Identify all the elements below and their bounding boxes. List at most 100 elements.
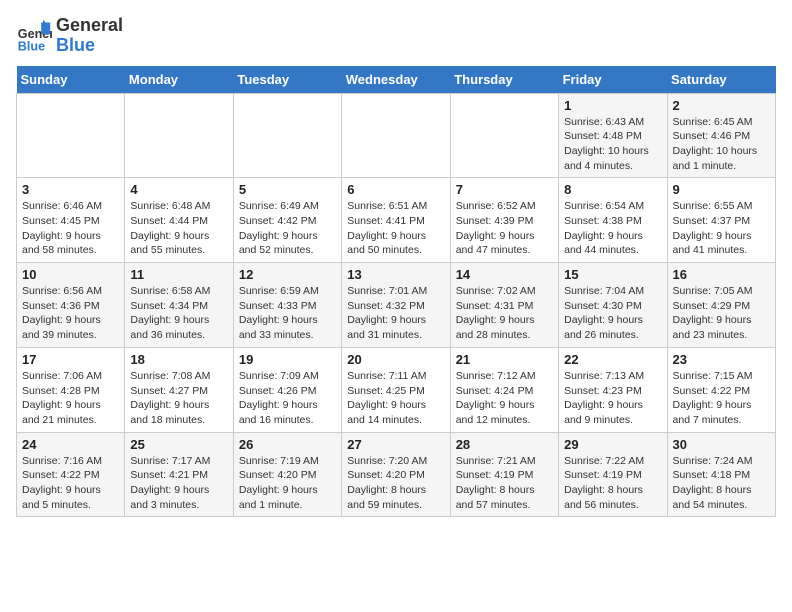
calendar-cell: 8 Sunrise: 6:54 AM Sunset: 4:38 PM Daylig… <box>559 178 667 263</box>
calendar-cell: 10 Sunrise: 6:56 AM Sunset: 4:36 PM Dayli… <box>17 263 125 348</box>
day-info: Sunrise: 7:24 AM Sunset: 4:18 PM Dayligh… <box>673 454 770 513</box>
day-info: Sunrise: 7:21 AM Sunset: 4:19 PM Dayligh… <box>456 454 553 513</box>
calendar-cell: 15 Sunrise: 7:04 AM Sunset: 4:30 PM Dayli… <box>559 263 667 348</box>
day-info: Sunrise: 7:15 AM Sunset: 4:22 PM Dayligh… <box>673 369 770 428</box>
day-number: 2 <box>673 98 770 113</box>
day-info: Sunrise: 7:12 AM Sunset: 4:24 PM Dayligh… <box>456 369 553 428</box>
day-info: Sunrise: 6:56 AM Sunset: 4:36 PM Dayligh… <box>22 284 119 343</box>
weekday-header: Saturday <box>667 66 775 94</box>
calendar-cell: 11 Sunrise: 6:58 AM Sunset: 4:34 PM Dayli… <box>125 263 233 348</box>
day-info: Sunrise: 7:05 AM Sunset: 4:29 PM Dayligh… <box>673 284 770 343</box>
day-info: Sunrise: 7:04 AM Sunset: 4:30 PM Dayligh… <box>564 284 661 343</box>
day-number: 4 <box>130 182 227 197</box>
day-info: Sunrise: 7:09 AM Sunset: 4:26 PM Dayligh… <box>239 369 336 428</box>
calendar-week-row: 17 Sunrise: 7:06 AM Sunset: 4:28 PM Dayli… <box>17 347 776 432</box>
calendar-cell <box>450 93 558 178</box>
logo-icon: General Blue <box>16 18 52 54</box>
day-number: 21 <box>456 352 553 367</box>
calendar-cell: 12Sunrise: 6:59 AM Sunset: 4:33 PM Dayli… <box>233 263 341 348</box>
day-number: 8 <box>564 182 661 197</box>
calendar-cell: 17 Sunrise: 7:06 AM Sunset: 4:28 PM Dayli… <box>17 347 125 432</box>
weekday-header: Thursday <box>450 66 558 94</box>
calendar-cell: 26 Sunrise: 7:19 AM Sunset: 4:20 PM Dayli… <box>233 432 341 517</box>
day-info: Sunrise: 7:17 AM Sunset: 4:21 PM Dayligh… <box>130 454 227 513</box>
day-number: 26 <box>239 437 336 452</box>
day-number: 9 <box>673 182 770 197</box>
logo: General Blue General Blue <box>16 16 123 56</box>
day-info: Sunrise: 7:01 AM Sunset: 4:32 PM Dayligh… <box>347 284 444 343</box>
calendar-cell: 18 Sunrise: 7:08 AM Sunset: 4:27 PM Dayli… <box>125 347 233 432</box>
day-number: 15 <box>564 267 661 282</box>
calendar-cell: 6 Sunrise: 6:51 AM Sunset: 4:41 PM Daylig… <box>342 178 450 263</box>
calendar-cell: 22Sunrise: 7:13 AM Sunset: 4:23 PM Dayli… <box>559 347 667 432</box>
day-number: 1 <box>564 98 661 113</box>
day-number: 23 <box>673 352 770 367</box>
day-info: Sunrise: 6:49 AM Sunset: 4:42 PM Dayligh… <box>239 199 336 258</box>
day-info: Sunrise: 6:48 AM Sunset: 4:44 PM Dayligh… <box>130 199 227 258</box>
calendar-cell: 30 Sunrise: 7:24 AM Sunset: 4:18 PM Dayli… <box>667 432 775 517</box>
day-number: 3 <box>22 182 119 197</box>
day-info: Sunrise: 6:51 AM Sunset: 4:41 PM Dayligh… <box>347 199 444 258</box>
day-number: 28 <box>456 437 553 452</box>
day-info: Sunrise: 7:06 AM Sunset: 4:28 PM Dayligh… <box>22 369 119 428</box>
day-info: Sunrise: 7:19 AM Sunset: 4:20 PM Dayligh… <box>239 454 336 513</box>
day-info: Sunrise: 6:52 AM Sunset: 4:39 PM Dayligh… <box>456 199 553 258</box>
day-info: Sunrise: 6:43 AM Sunset: 4:48 PM Dayligh… <box>564 115 661 174</box>
calendar-cell: 2 Sunrise: 6:45 AM Sunset: 4:46 PM Daylig… <box>667 93 775 178</box>
day-info: Sunrise: 6:46 AM Sunset: 4:45 PM Dayligh… <box>22 199 119 258</box>
day-number: 13 <box>347 267 444 282</box>
day-info: Sunrise: 7:11 AM Sunset: 4:25 PM Dayligh… <box>347 369 444 428</box>
calendar-week-row: 10 Sunrise: 6:56 AM Sunset: 4:36 PM Dayli… <box>17 263 776 348</box>
calendar-cell <box>342 93 450 178</box>
day-number: 18 <box>130 352 227 367</box>
calendar-cell: 3 Sunrise: 6:46 AM Sunset: 4:45 PM Daylig… <box>17 178 125 263</box>
calendar-cell: 5 Sunrise: 6:49 AM Sunset: 4:42 PM Daylig… <box>233 178 341 263</box>
calendar: SundayMondayTuesdayWednesdayThursdayFrid… <box>16 66 776 518</box>
day-number: 14 <box>456 267 553 282</box>
svg-text:Blue: Blue <box>18 39 45 53</box>
day-info: Sunrise: 7:08 AM Sunset: 4:27 PM Dayligh… <box>130 369 227 428</box>
day-info: Sunrise: 6:58 AM Sunset: 4:34 PM Dayligh… <box>130 284 227 343</box>
calendar-cell: 4 Sunrise: 6:48 AM Sunset: 4:44 PM Daylig… <box>125 178 233 263</box>
day-number: 5 <box>239 182 336 197</box>
day-info: Sunrise: 6:55 AM Sunset: 4:37 PM Dayligh… <box>673 199 770 258</box>
calendar-cell: 29 Sunrise: 7:22 AM Sunset: 4:19 PM Dayli… <box>559 432 667 517</box>
day-number: 24 <box>22 437 119 452</box>
day-number: 6 <box>347 182 444 197</box>
day-number: 30 <box>673 437 770 452</box>
calendar-cell: 24 Sunrise: 7:16 AM Sunset: 4:22 PM Dayli… <box>17 432 125 517</box>
calendar-header-row: SundayMondayTuesdayWednesdayThursdayFrid… <box>17 66 776 94</box>
calendar-cell: 28 Sunrise: 7:21 AM Sunset: 4:19 PM Dayli… <box>450 432 558 517</box>
day-info: Sunrise: 7:20 AM Sunset: 4:20 PM Dayligh… <box>347 454 444 513</box>
day-info: Sunrise: 7:16 AM Sunset: 4:22 PM Dayligh… <box>22 454 119 513</box>
page-header: General Blue General Blue <box>16 16 776 56</box>
calendar-cell: 1 Sunrise: 6:43 AM Sunset: 4:48 PM Daylig… <box>559 93 667 178</box>
weekday-header: Tuesday <box>233 66 341 94</box>
day-info: Sunrise: 6:45 AM Sunset: 4:46 PM Dayligh… <box>673 115 770 174</box>
calendar-cell <box>17 93 125 178</box>
calendar-week-row: 24 Sunrise: 7:16 AM Sunset: 4:22 PM Dayli… <box>17 432 776 517</box>
calendar-cell: 14Sunrise: 7:02 AM Sunset: 4:31 PM Dayli… <box>450 263 558 348</box>
day-info: Sunrise: 7:22 AM Sunset: 4:19 PM Dayligh… <box>564 454 661 513</box>
day-info: Sunrise: 6:54 AM Sunset: 4:38 PM Dayligh… <box>564 199 661 258</box>
day-number: 11 <box>130 267 227 282</box>
calendar-cell: 9 Sunrise: 6:55 AM Sunset: 4:37 PM Daylig… <box>667 178 775 263</box>
calendar-cell <box>233 93 341 178</box>
day-number: 29 <box>564 437 661 452</box>
day-number: 10 <box>22 267 119 282</box>
calendar-cell: 13 Sunrise: 7:01 AM Sunset: 4:32 PM Dayli… <box>342 263 450 348</box>
calendar-cell: 25Sunrise: 7:17 AM Sunset: 4:21 PM Dayli… <box>125 432 233 517</box>
calendar-cell: 20Sunrise: 7:11 AM Sunset: 4:25 PM Dayli… <box>342 347 450 432</box>
calendar-cell <box>125 93 233 178</box>
calendar-cell: 23 Sunrise: 7:15 AM Sunset: 4:22 PM Dayli… <box>667 347 775 432</box>
day-number: 22 <box>564 352 661 367</box>
calendar-cell: 21 Sunrise: 7:12 AM Sunset: 4:24 PM Dayli… <box>450 347 558 432</box>
day-info: Sunrise: 6:59 AM Sunset: 4:33 PM Dayligh… <box>239 284 336 343</box>
weekday-header: Friday <box>559 66 667 94</box>
calendar-week-row: 1 Sunrise: 6:43 AM Sunset: 4:48 PM Daylig… <box>17 93 776 178</box>
calendar-cell: 16 Sunrise: 7:05 AM Sunset: 4:29 PM Dayli… <box>667 263 775 348</box>
day-number: 17 <box>22 352 119 367</box>
weekday-header: Wednesday <box>342 66 450 94</box>
calendar-cell: 7Sunrise: 6:52 AM Sunset: 4:39 PM Daylig… <box>450 178 558 263</box>
day-number: 16 <box>673 267 770 282</box>
